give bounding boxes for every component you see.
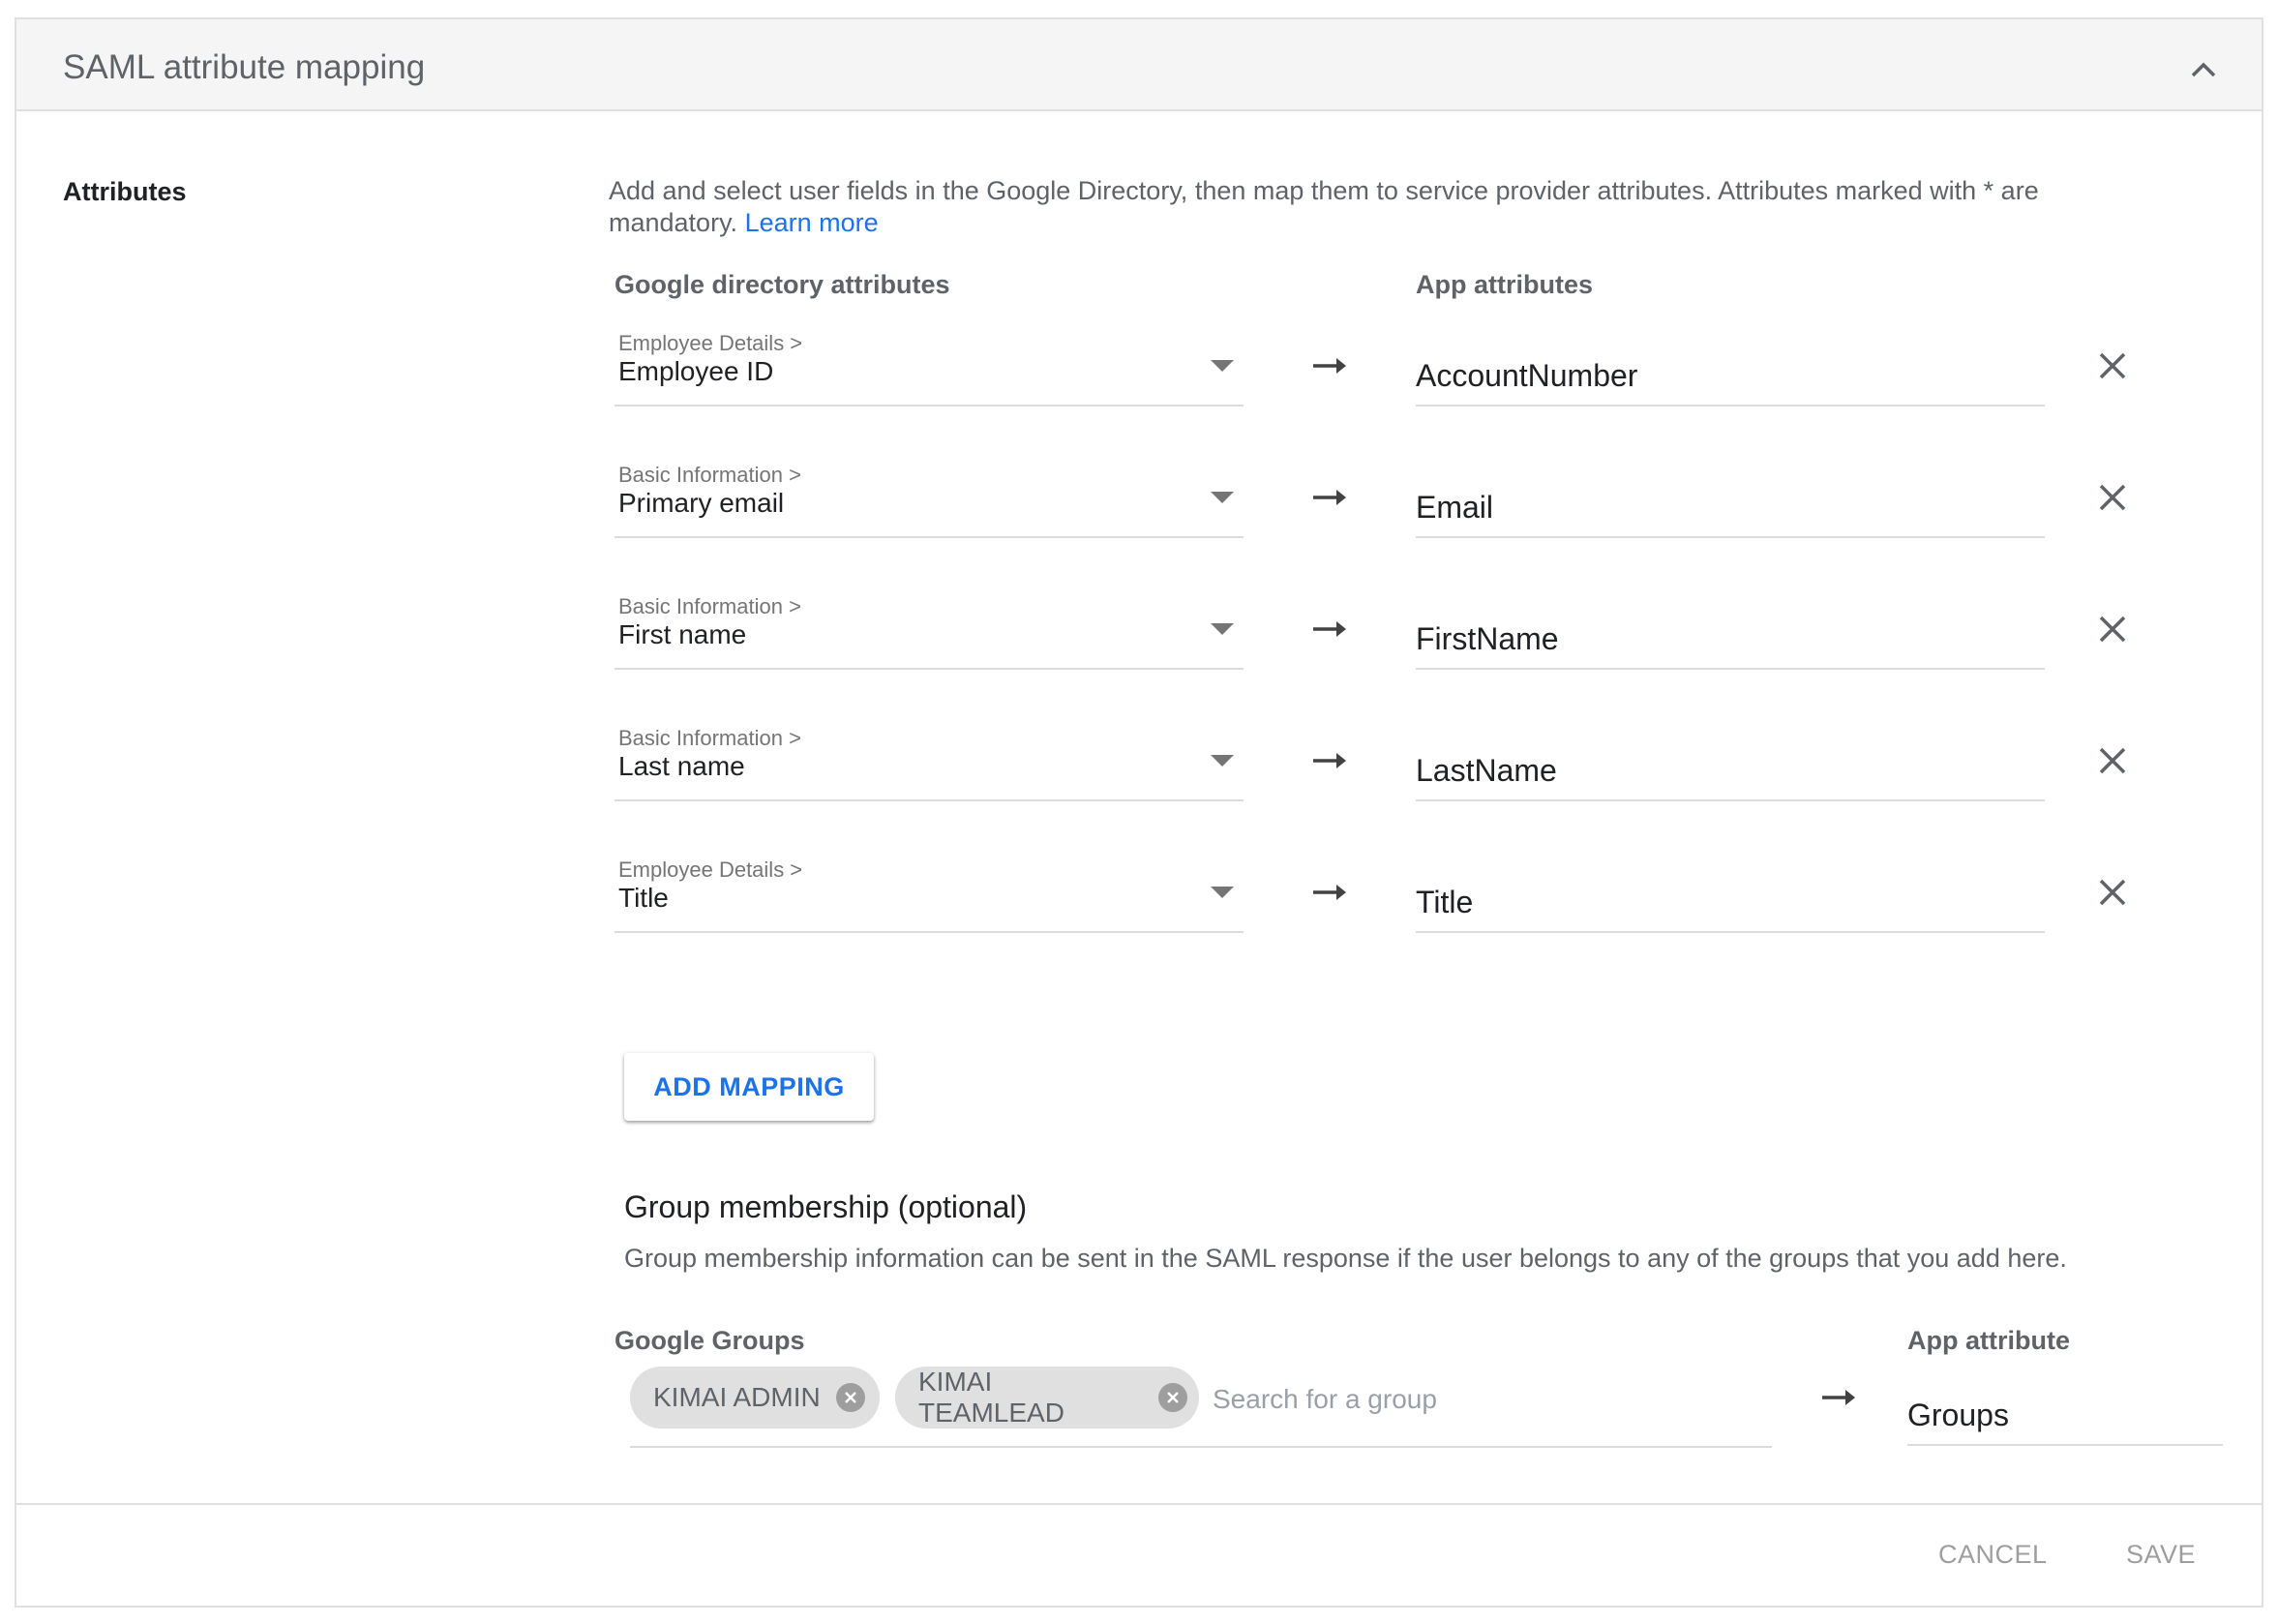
remove-mapping-close-icon[interactable] [2093, 610, 2132, 648]
group-membership-heading: Group membership (optional) [624, 1189, 1028, 1224]
google-groups-header: Google Groups [614, 1326, 805, 1355]
arrow-right-icon [1313, 621, 1346, 637]
app-attribute-value: FirstName [1416, 621, 1559, 656]
groups-app-attribute-input[interactable]: Groups [1907, 1378, 2223, 1446]
dropdown-arrow-icon [1211, 755, 1234, 767]
group-chip: KIMAI TEAMLEAD [895, 1367, 1199, 1429]
groups-app-attribute-value: Groups [1907, 1398, 2009, 1432]
group-chip-label: KIMAI ADMIN [653, 1382, 821, 1412]
attributes-section-label: Attributes [63, 177, 187, 206]
directory-attribute-category: Basic Information > [618, 463, 801, 487]
app-attribute-value: Email [1416, 490, 1494, 525]
app-attribute-input[interactable]: FirstName [1416, 602, 2045, 670]
mapping-row: Employee Details > Employee ID AccountNu… [16, 327, 2262, 414]
google-groups-field: KIMAI ADMIN KIMAI TEAMLEAD [630, 1367, 1772, 1448]
app-attribute-input[interactable]: Title [1416, 865, 2045, 933]
directory-attribute-category: Basic Information > [618, 726, 801, 750]
dropdown-arrow-icon [1211, 887, 1234, 898]
dropdown-arrow-icon [1211, 623, 1234, 635]
add-mapping-button[interactable]: ADD MAPPING [624, 1053, 874, 1121]
app-attribute-header: App attribute [1907, 1326, 2070, 1355]
group-search-input[interactable] [1213, 1380, 1754, 1419]
learn-more-link[interactable]: Learn more [745, 208, 879, 237]
mapping-row: Basic Information > Last name LastName [16, 722, 2262, 809]
app-attribute-input[interactable]: LastName [1416, 734, 2045, 801]
remove-mapping-close-icon[interactable] [2093, 741, 2132, 780]
group-chip-label: KIMAI TEAMLEAD [918, 1367, 1064, 1428]
directory-attribute-select[interactable]: Employee Details > Employee ID [614, 327, 1244, 406]
dropdown-arrow-icon [1211, 360, 1234, 372]
directory-attribute-select[interactable]: Basic Information > Primary email [614, 459, 1244, 538]
app-attribute-input[interactable]: AccountNumber [1416, 339, 2045, 406]
app-attribute-value: Title [1416, 885, 1474, 919]
mapping-row: Basic Information > First name FirstName [16, 590, 2262, 677]
panel-title: SAML attribute mapping [63, 48, 426, 86]
app-attribute-value: AccountNumber [1416, 358, 1638, 393]
directory-attribute-value: Employee ID [618, 356, 774, 386]
directory-attribute-category: Employee Details > [618, 331, 803, 355]
app-attribute-value: LastName [1416, 753, 1557, 788]
mapping-row: Basic Information > Primary email Email [16, 459, 2262, 546]
directory-attribute-value: Last name [618, 751, 745, 781]
dropdown-arrow-icon [1211, 492, 1234, 503]
saml-attribute-mapping-panel: SAML attribute mapping Attributes Add an… [15, 17, 2263, 1608]
app-attribute-input[interactable]: Email [1416, 470, 2045, 538]
directory-attribute-category: Basic Information > [618, 594, 801, 618]
arrow-right-icon [1822, 1390, 1855, 1405]
group-chip: KIMAI ADMIN [630, 1367, 880, 1429]
app-attributes-header: App attributes [1416, 270, 1594, 299]
chip-remove-icon[interactable] [1158, 1383, 1187, 1412]
google-directory-attributes-header: Google directory attributes [614, 270, 950, 299]
directory-attribute-select[interactable]: Basic Information > First name [614, 590, 1244, 670]
chevron-up-icon[interactable] [2182, 48, 2225, 91]
arrow-right-icon [1313, 358, 1346, 374]
group-membership-description: Group membership information can be sent… [624, 1244, 2067, 1273]
directory-attribute-value: Title [618, 883, 669, 913]
directory-attribute-value: First name [618, 619, 747, 649]
panel-footer: CANCEL SAVE [16, 1503, 2262, 1608]
directory-attribute-category: Employee Details > [618, 857, 803, 882]
directory-attribute-select[interactable]: Employee Details > Title [614, 854, 1244, 933]
mapping-row: Employee Details > Title Title [16, 854, 2262, 941]
remove-mapping-close-icon[interactable] [2093, 478, 2132, 517]
remove-mapping-close-icon[interactable] [2093, 873, 2132, 912]
arrow-right-icon [1313, 753, 1346, 768]
directory-attribute-value: Primary email [618, 488, 785, 518]
arrow-right-icon [1313, 885, 1346, 900]
attributes-description: Add and select user fields in the Google… [609, 175, 2138, 239]
arrow-right-icon [1313, 490, 1346, 505]
panel-header[interactable]: SAML attribute mapping [16, 19, 2262, 111]
directory-attribute-select[interactable]: Basic Information > Last name [614, 722, 1244, 801]
remove-mapping-close-icon[interactable] [2093, 346, 2132, 385]
cancel-button[interactable]: CANCEL [1938, 1540, 2048, 1570]
save-button[interactable]: SAVE [2126, 1540, 2196, 1570]
chip-remove-icon[interactable] [835, 1383, 865, 1412]
